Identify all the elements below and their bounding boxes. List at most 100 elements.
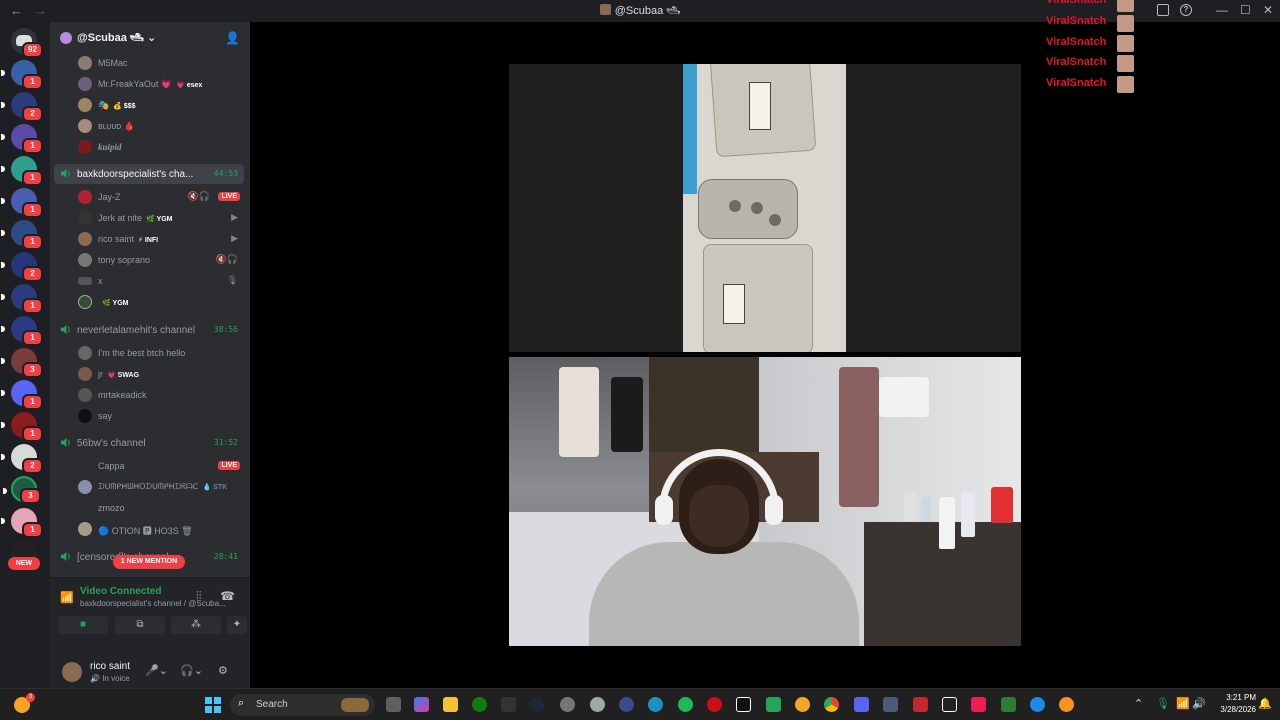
direct-messages-button[interactable]: 92 [11, 28, 43, 58]
voice-member[interactable]: zmozo [78, 499, 248, 517]
server-header[interactable]: @Scubaa 🛥 ⌄ 👤 [50, 22, 250, 54]
voice-member[interactable]: say [78, 407, 248, 425]
new-pill[interactable]: NEW [8, 557, 40, 570]
server-icon[interactable]: 3 [1, 348, 43, 378]
tray-chevron-icon[interactable]: ⌃ [1134, 697, 1143, 710]
voice-member[interactable]: 🌿 YGM [78, 293, 248, 311]
voice-member[interactable]: rico saint ⚡ INFI ▶ [78, 230, 248, 248]
connection-signal-icon[interactable]: 📶 [60, 591, 74, 604]
server-icon[interactable]: 1 [1, 284, 43, 314]
edge-icon[interactable] [648, 697, 663, 712]
server-icon[interactable]: 2 [1, 252, 43, 282]
maximize-button[interactable]: ☐ [1240, 3, 1251, 17]
avatar[interactable] [62, 662, 82, 682]
app-icon[interactable] [560, 697, 575, 712]
server-icon[interactable]: 1 [1, 220, 43, 250]
spotify-icon[interactable] [678, 697, 693, 712]
file-explorer-icon[interactable] [443, 697, 458, 712]
video-tile-screen[interactable] [509, 64, 1021, 352]
video-button[interactable]: ■ [58, 616, 108, 634]
settings-gear-icon[interactable]: ⚙ [218, 664, 228, 677]
discord-taskbar-icon[interactable] [795, 697, 810, 712]
voice-channel[interactable]: baxkdoorspecialist's cha... 44:53 [54, 164, 244, 184]
capcut-icon[interactable] [736, 697, 751, 712]
voice-member[interactable]: Cappa LIVE [78, 457, 248, 475]
voice-status[interactable]: Video Connected [80, 586, 162, 597]
task-view-icon[interactable] [386, 697, 401, 712]
voice-member[interactable]: kuipid [78, 138, 248, 156]
voice-member[interactable]: 🔵 OTION 🅿 HO3S 🗑 [78, 520, 248, 538]
soundboard-button[interactable]: ✦ [227, 616, 247, 634]
headphones-icon[interactable]: 🎧⌄ [180, 664, 203, 677]
app-icon[interactable] [913, 697, 928, 712]
noise-suppression-icon[interactable]: ⫶⫶ [196, 590, 202, 603]
weather-widget-icon[interactable]: 3 [14, 693, 35, 713]
server-icon[interactable]: 1 [1, 60, 43, 90]
voice-member[interactable]: jr 💗 SWAG [78, 365, 248, 383]
server-icon[interactable]: 2 [1, 444, 43, 474]
server-icon[interactable]: 1 [1, 124, 43, 154]
video-tile-webcam[interactable] [509, 357, 1021, 646]
minimize-button[interactable]: — [1216, 3, 1228, 17]
voice-member[interactable]: x 🎙 [78, 272, 248, 290]
taskbar: 3 ⌕ Search ⌃ 🎙 📶 🔊 3:21 PM 3/28/2026 🔔 [0, 688, 1280, 720]
copilot-icon[interactable] [414, 697, 429, 712]
voice-member[interactable]: mrtakeadick [78, 386, 248, 404]
server-icon[interactable]: 1 [1, 188, 43, 218]
server-icon[interactable]: 1 [1, 412, 43, 442]
voice-member[interactable]: I'm the best btch hello [78, 344, 248, 362]
voice-member[interactable]: Mr.FreakYaOut 💗 💗 esex [78, 75, 248, 93]
app-icon[interactable] [619, 697, 634, 712]
steam-icon[interactable] [530, 697, 545, 712]
server-icon[interactable]: 3 [3, 476, 41, 504]
disconnect-icon[interactable]: ☎ [220, 589, 235, 603]
app-icon[interactable] [854, 697, 869, 712]
server-icon[interactable]: 1 [1, 316, 43, 346]
epic-games-icon[interactable] [501, 697, 516, 712]
server-icon[interactable]: 2 [1, 92, 43, 122]
username[interactable]: rico saint [90, 661, 130, 672]
microphone-icon[interactable]: 🎤⌄ [145, 664, 168, 677]
volume-icon[interactable]: 🔊 [1192, 697, 1206, 710]
video-feed-car-ceiling [683, 64, 846, 352]
voice-member[interactable]: 🎭 💰 $$$ [78, 96, 248, 114]
server-icon[interactable]: 1 [1, 156, 43, 186]
activities-button[interactable]: ⁂ [171, 616, 221, 634]
xbox-icon[interactable] [472, 697, 487, 712]
voice-member[interactable]: tony soprano 🔇🎧 [78, 251, 248, 269]
voice-member[interactable]: ᗪᑌᗰᑭᕼᗯᕼOᗪᑌᗰᑭᕼᗪᖇᗩᑕ 💧 STK [78, 478, 248, 496]
voice-member[interactable]: Jay-Z 🔇🎧 LIVE [78, 188, 248, 206]
voice-member[interactable]: M5Mac [78, 54, 248, 72]
chrome-icon[interactable] [824, 697, 839, 712]
microphone-tray-icon[interactable]: 🎙 [1156, 697, 1170, 710]
overlay-avatar [1117, 0, 1134, 12]
voice-channel[interactable]: neverletalamehit's channel 38:56 [54, 320, 244, 340]
invite-people-icon[interactable]: 👤 [225, 31, 240, 45]
muted-deafened-icons: 🔇🎧 [187, 191, 210, 201]
server-icon[interactable]: 1 [1, 380, 43, 410]
app-icon[interactable] [1059, 697, 1074, 712]
windows-start-icon[interactable] [205, 697, 221, 713]
app-icon[interactable] [766, 697, 781, 712]
inbox-icon[interactable] [1157, 4, 1169, 16]
system-clock[interactable]: 3:21 PM 3/28/2026 [1210, 692, 1256, 716]
close-button[interactable]: ✕ [1263, 3, 1273, 17]
new-mention-pill[interactable]: 1 NEW MENTION [113, 555, 185, 569]
app-icon[interactable] [1001, 697, 1016, 712]
tiktok-icon[interactable] [971, 697, 986, 712]
screen-share-button[interactable]: ⧉ [115, 616, 165, 634]
voice-member[interactable]: ʙʟᴜᴜᴅ 🩸 [78, 117, 248, 135]
notifications-icon[interactable]: 🔔 [1258, 697, 1272, 710]
server-icon[interactable]: 1 [1, 508, 43, 538]
app-icon[interactable] [883, 697, 898, 712]
channel-sidebar: @Scubaa 🛥 ⌄ 👤 M5Mac Mr.FreakYaOut 💗 💗 ese… [50, 22, 250, 688]
taskbar-search[interactable]: ⌕ Search [230, 694, 375, 716]
opera-icon[interactable] [707, 697, 722, 712]
settings-icon[interactable] [590, 697, 605, 712]
help-icon[interactable]: ? [1180, 4, 1192, 16]
app-icon[interactable] [942, 697, 957, 712]
voice-channel[interactable]: 56bw's channel 31:52 [54, 433, 244, 453]
app-icon[interactable] [1030, 697, 1045, 712]
wifi-icon[interactable]: 📶 [1176, 697, 1190, 710]
voice-member[interactable]: Jerk at nite 🌿 YGM ▶ [78, 209, 248, 227]
